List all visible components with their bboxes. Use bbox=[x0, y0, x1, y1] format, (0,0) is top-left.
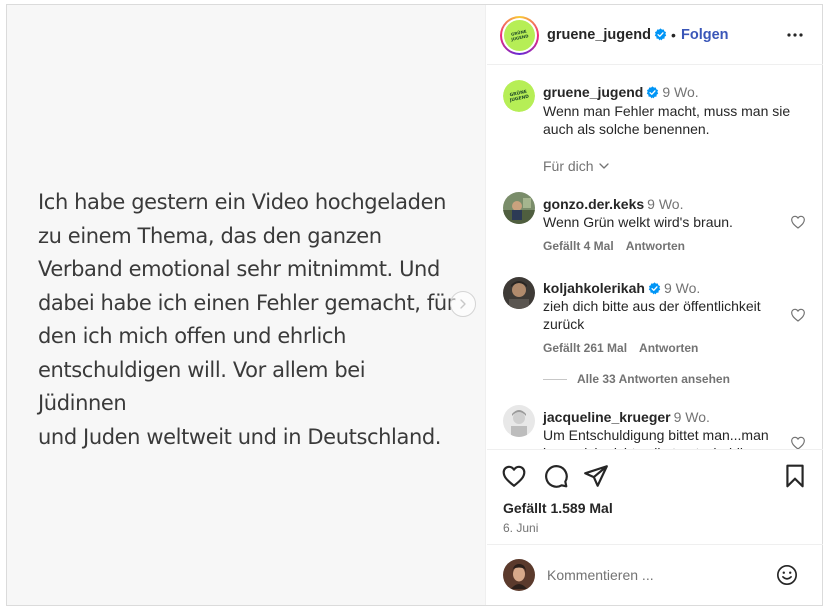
comment-username: jacqueline_krueger 9 Wo. bbox=[543, 409, 710, 425]
caption-username: gruene_jugend 9 Wo. bbox=[543, 84, 699, 100]
gruene-jugend-logo: GRÜNE JUGEND bbox=[503, 80, 535, 112]
heart-icon[interactable] bbox=[790, 307, 806, 323]
verified-icon bbox=[648, 282, 661, 295]
post-date[interactable]: 6. Juni bbox=[503, 521, 538, 535]
image-text-line: Verband emotional sehr mitnimmt. Und bbox=[38, 257, 440, 281]
heart-icon[interactable] bbox=[501, 463, 527, 489]
comment-username-text[interactable]: gonzo.der.keks bbox=[543, 196, 644, 212]
heart-icon[interactable] bbox=[790, 214, 806, 230]
caption-time: 9 Wo. bbox=[662, 84, 699, 100]
image-text-line: Ich habe gestern ein Video hochgeladen bbox=[38, 190, 446, 214]
user-avatar[interactable] bbox=[503, 559, 535, 591]
view-replies-button[interactable]: Alle 33 Antworten ansehen bbox=[543, 372, 730, 386]
commenter-avatar[interactable] bbox=[503, 405, 535, 437]
chevron-right-icon bbox=[460, 299, 466, 309]
post-likes-count[interactable]: Gefällt 1.589 Mal bbox=[503, 500, 613, 516]
follow-button[interactable]: Folgen bbox=[681, 27, 729, 43]
post-image: Ich habe gestern ein Video hochgeladen z… bbox=[7, 5, 486, 605]
heart-icon[interactable] bbox=[790, 435, 806, 450]
comment-icon[interactable] bbox=[543, 463, 569, 489]
emoji-icon[interactable] bbox=[776, 564, 798, 586]
caption-text: Wenn man Fehler macht, muss man sie auch… bbox=[543, 103, 791, 137]
view-replies-label: Alle 33 Antworten ansehen bbox=[577, 372, 730, 386]
gruene-jugend-logo: GRÜNE JUGEND bbox=[504, 20, 535, 51]
comment-username: gonzo.der.keks 9 Wo. bbox=[543, 196, 683, 212]
reply-button[interactable]: Antworten bbox=[626, 239, 685, 253]
header-username-text[interactable]: gruene_jugend bbox=[547, 27, 651, 43]
post-actions: Gefällt 1.589 Mal 6. Juni bbox=[487, 451, 823, 541]
comment-likes[interactable]: Gefällt 4 Mal bbox=[543, 239, 614, 253]
reply-button[interactable]: Antworten bbox=[639, 341, 698, 355]
next-slide-button[interactable] bbox=[450, 291, 476, 317]
comment-likes[interactable]: Gefällt 261 Mal bbox=[543, 341, 627, 355]
comment-meta: Gefällt 4 Mal Antworten bbox=[543, 239, 697, 253]
comment-filter-dropdown[interactable]: Für dich bbox=[543, 158, 610, 174]
add-comment-bar bbox=[487, 544, 823, 605]
image-text-line: und Juden weltweit und in Deutschland. bbox=[38, 424, 442, 449]
commenter-avatar[interactable] bbox=[503, 192, 535, 224]
comments-list[interactable]: GRÜNE JUGEND gruene_jugend 9 Wo. Wenn man … bbox=[487, 66, 823, 450]
caption-username-text[interactable]: gruene_jugend bbox=[543, 84, 643, 100]
comment-text: Um Entschuldigung bittet man...man kann … bbox=[543, 427, 769, 449]
comment-text: zieh dich bitte aus der öffentlichkeit z… bbox=[543, 298, 761, 332]
caption-avatar[interactable]: GRÜNE JUGEND bbox=[503, 80, 535, 112]
post-header: GRÜNE JUGEND gruene_jugend • Folgen bbox=[487, 5, 823, 65]
header-username[interactable]: gruene_jugend bbox=[547, 27, 667, 43]
comment-text: Wenn Grün welkt wird's braun. bbox=[543, 214, 733, 230]
bookmark-icon[interactable] bbox=[782, 463, 808, 489]
comment-input[interactable] bbox=[547, 565, 767, 585]
comment-meta: Gefällt 261 Mal Antworten bbox=[543, 341, 710, 355]
image-text-line: zu einem Thema, das den ganzen bbox=[38, 223, 382, 248]
image-text-line: dabei habe ich einen Fehler gemacht, für bbox=[38, 290, 455, 315]
comment-username-text[interactable]: jacqueline_krueger bbox=[543, 409, 671, 425]
share-icon[interactable] bbox=[583, 463, 609, 489]
comment-username-text[interactable]: koljahkolerikah bbox=[543, 280, 645, 296]
post-dialog: Ich habe gestern ein Video hochgeladen z… bbox=[6, 4, 823, 606]
comment-time: 9 Wo. bbox=[663, 280, 701, 296]
profile-avatar[interactable]: GRÜNE JUGEND bbox=[500, 16, 539, 55]
post-image-text: Ich habe gestern ein Video hochgeladen z… bbox=[38, 186, 458, 454]
verified-icon bbox=[654, 28, 667, 41]
post-side-panel: GRÜNE JUGEND gruene_jugend • Folgen GRÜNE… bbox=[487, 5, 823, 605]
chevron-down-icon bbox=[598, 163, 609, 169]
comment-filter-label: Für dich bbox=[543, 158, 594, 174]
image-text-line: den ich mich offen und ehrlich bbox=[38, 324, 346, 348]
replies-divider bbox=[543, 378, 567, 380]
more-options-icon[interactable] bbox=[785, 27, 805, 43]
image-text-line: entschuldigen will. Vor allem bei Jüdinn… bbox=[38, 357, 366, 416]
header-separator: • bbox=[671, 27, 676, 43]
comment-time: 9 Wo. bbox=[673, 409, 710, 425]
verified-icon bbox=[647, 86, 659, 99]
commenter-avatar[interactable] bbox=[503, 277, 535, 309]
comment-time: 9 Wo. bbox=[647, 196, 684, 212]
comment-username: koljahkolerikah 9 Wo. bbox=[543, 280, 700, 296]
